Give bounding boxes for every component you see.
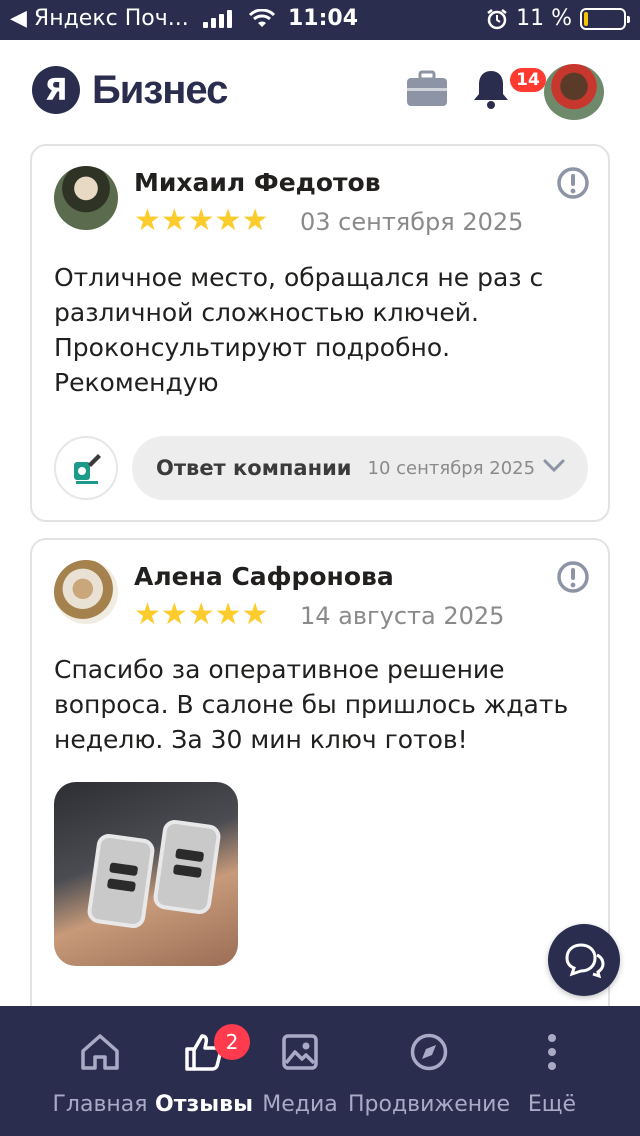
reviewer-avatar[interactable] [54,560,118,624]
home-icon [81,1034,119,1070]
bottom-navigation: Главная 2 Отзывы Медиа Продвижение Ещё [0,1006,640,1136]
company-logo [54,436,118,500]
wifi-icon [248,8,275,27]
review-date: 03 сентября 2025 [300,208,524,236]
clock: 11:04 [288,6,359,31]
app-header: Я Бизнес 14 [0,40,640,140]
review-date: 14 августа 2025 [300,602,505,630]
yandex-business-logo[interactable]: Я Бизнес [32,66,228,114]
chat-bubbles-icon [565,943,605,979]
battery-percent: 11 % [516,6,572,31]
report-icon[interactable] [556,560,590,594]
support-chat-button[interactable] [548,924,620,996]
star-rating-icons: ★★★★★ [134,597,269,632]
reply-date: 10 сентября 2025 [367,457,536,479]
nav-item-reviews[interactable]: 2 Отзывы [155,1006,253,1136]
compass-icon [410,1033,448,1071]
keyfob-image [86,832,156,930]
nav-label: Главная [52,1092,148,1117]
back-to-app-link[interactable]: ◀ Яндекс Поч... [10,6,189,31]
briefcase-icon[interactable] [406,70,448,108]
keyfob-image [152,818,222,916]
key-logo-icon [74,454,101,484]
nav-item-more[interactable]: Ещё [522,1006,582,1136]
bell-icon[interactable] [472,68,510,110]
reviewer-name[interactable]: Михаил Федотов [134,168,381,197]
logo-mark: Я [32,66,80,114]
review-card: Алена Сафронова ★★★★★ 14 августа 2025 Сп… [30,538,610,1038]
review-text: Отличное место, обращался не раз с разли… [54,263,544,397]
reviewer-avatar[interactable] [54,166,118,230]
notification-count-badge: 14 [510,68,546,92]
reviews-count-badge: 2 [214,1024,250,1060]
review-photo[interactable] [54,782,238,966]
rating-stars: ★★★★★ [134,206,268,236]
battery-fill [584,11,589,26]
reviewer-name[interactable]: Алена Сафронова [134,562,394,591]
nav-item-promotion[interactable]: Продвижение [346,1006,512,1136]
status-bar: ◀ Яндекс Поч... 11:04 11 % [0,0,640,40]
image-icon [282,1034,318,1070]
more-vertical-icon [548,1034,556,1070]
nav-label: Ещё [527,1092,577,1117]
rating-stars: ★★★★★ [134,600,268,630]
alarm-icon [487,8,507,29]
logo-text: Бизнес [92,67,228,112]
cellular-signal-icon [202,9,232,28]
user-avatar[interactable] [544,64,604,120]
review-card: Михаил Федотов ★★★★★ 03 сентября 2025 От… [30,144,610,522]
review-text: Спасибо за оперативное решение вопроса. … [54,655,569,754]
nav-item-media[interactable]: Медиа [260,1006,340,1136]
reply-label: Ответ компании [156,456,352,480]
nav-label: Отзывы [155,1092,253,1117]
company-reply-toggle[interactable]: Ответ компании 10 сентября 2025 [132,436,588,500]
report-icon[interactable] [556,166,590,200]
battery-icon [580,7,630,30]
nav-item-home[interactable]: Главная [52,1006,148,1136]
nav-label: Медиа [262,1092,338,1117]
nav-label: Продвижение [347,1092,510,1117]
star-rating-icons: ★★★★★ [134,203,269,238]
chevron-down-icon [543,459,565,473]
